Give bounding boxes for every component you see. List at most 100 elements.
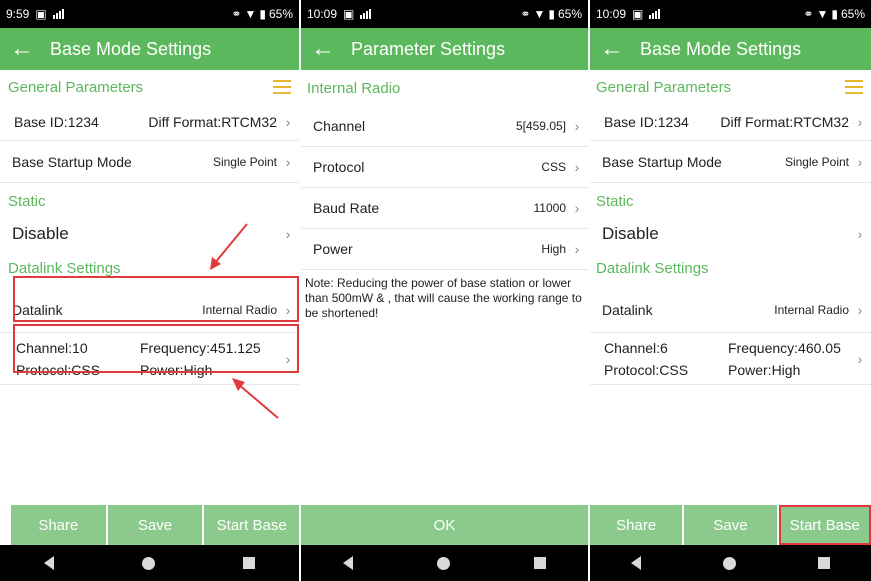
link-icon: ⚭ [520, 7, 531, 21]
list-icon[interactable] [845, 80, 863, 94]
power-info: Power:High [728, 361, 801, 378]
protocol-row[interactable]: Protocol CSS › [301, 147, 588, 188]
base-id: Base ID:1234 [14, 114, 99, 130]
nav-back-icon[interactable] [44, 556, 54, 570]
battery-icon: ▮ [548, 7, 555, 21]
base-id-row[interactable]: Base ID:1234 Diff Format:RTCM32 › [0, 104, 299, 141]
datalink-label: Datalink [602, 301, 653, 318]
section-title: Datalink Settings [596, 259, 709, 277]
static-row[interactable]: Disable › [590, 219, 871, 249]
app-bar: ← Base Mode Settings [590, 28, 871, 70]
screen-base-mode-1: 9:59 ▣ ⚭ ▼ ▮ 65% ← Base Mode Settings Ge… [0, 0, 299, 581]
nav-home-icon[interactable] [723, 556, 736, 570]
baud-rate-value: 11000 [533, 201, 566, 215]
base-id: Base ID:1234 [604, 114, 689, 130]
channel-info: Channel:6 [604, 339, 668, 356]
startup-mode-label: Base Startup Mode [12, 153, 132, 170]
channel-row[interactable]: Channel 5[459.05] › [301, 106, 588, 147]
section-title: Datalink Settings [8, 259, 121, 277]
status-bar: 10:09 ▣ ⚭ ▼ ▮ 65% [590, 0, 871, 28]
save-button[interactable]: Save [684, 505, 777, 545]
chevron-right-icon: › [574, 241, 580, 257]
radio-info-row[interactable]: Channel:6 Frequency:460.05 Protocol:CSS … [590, 333, 871, 385]
chevron-right-icon: › [857, 114, 863, 130]
startup-mode-label: Base Startup Mode [602, 153, 722, 170]
signal-icon [52, 9, 65, 19]
diff-format: Diff Format:RTCM32 [148, 114, 277, 130]
battery-percent: 65% [840, 7, 865, 21]
datalink-row[interactable]: Datalink Internal Radio › [590, 287, 871, 333]
baud-rate-row[interactable]: Baud Rate 11000 › [301, 188, 588, 229]
section-title: General Parameters [596, 78, 732, 96]
action-bar: Share Save Start Base [0, 505, 299, 545]
status-bar: 10:09 ▣ ⚭ ▼ ▮ 65% [301, 0, 588, 28]
nav-recents-icon[interactable] [243, 557, 255, 569]
link-icon: ⚭ [231, 7, 242, 21]
static-value: Disable [12, 224, 69, 243]
chevron-right-icon: › [574, 118, 580, 134]
base-id-row[interactable]: Base ID:1234 Diff Format:RTCM32 › [590, 104, 871, 141]
chevron-right-icon: › [857, 301, 863, 318]
internal-radio-header: Internal Radio [301, 70, 588, 106]
back-arrow-icon[interactable]: ← [594, 28, 630, 70]
start-base-button[interactable]: Start Base [778, 505, 871, 545]
start-base-button[interactable]: Start Base [204, 505, 299, 545]
status-time: 10:09 [307, 7, 338, 21]
list-icon[interactable] [273, 80, 291, 94]
ok-button[interactable]: OK [301, 505, 588, 545]
power-note: Note: Reducing the power of base station… [305, 276, 582, 320]
general-parameters-header: General Parameters [0, 70, 299, 104]
signal-icon [649, 9, 661, 19]
startup-mode-row[interactable]: Base Startup Mode Single Point › [0, 141, 299, 183]
nav-back-icon[interactable] [343, 556, 353, 570]
channel-label: Channel [313, 118, 366, 134]
wifi-icon: ▼ [533, 7, 546, 21]
chevron-right-icon: › [285, 153, 291, 170]
static-row[interactable]: Disable › [0, 219, 299, 249]
android-nav-bar [301, 545, 588, 581]
wifi-icon: ▼ [816, 7, 829, 21]
chevron-right-icon: › [857, 226, 863, 242]
static-value: Disable [602, 224, 659, 243]
notification-icon: ▣ [343, 7, 355, 21]
chevron-right-icon: › [574, 159, 580, 175]
app-bar: ← Parameter Settings [301, 28, 588, 70]
power-row[interactable]: Power High › [301, 229, 588, 270]
notification-icon: ▣ [632, 7, 644, 21]
battery-percent: 65% [268, 7, 293, 21]
startup-mode-row[interactable]: Base Startup Mode Single Point › [590, 141, 871, 183]
section-title: General Parameters [8, 78, 144, 96]
android-nav-bar [590, 545, 871, 581]
page-title: Base Mode Settings [640, 38, 802, 59]
nav-recents-icon[interactable] [818, 557, 830, 569]
battery-icon: ▮ [831, 7, 838, 21]
back-arrow-icon[interactable]: ← [305, 28, 341, 70]
baud-rate-label: Baud Rate [313, 200, 380, 216]
radio-info-highlight [13, 324, 299, 373]
nav-back-icon[interactable] [631, 556, 641, 570]
nav-home-icon[interactable] [142, 556, 155, 570]
nav-home-icon[interactable] [437, 556, 450, 570]
signal-icon [360, 9, 372, 19]
battery-percent: 65% [557, 7, 582, 21]
channel-value: 5[459.05] [515, 119, 566, 133]
section-title: Static [8, 192, 46, 210]
status-time: 10:09 [596, 7, 627, 21]
page-title: Parameter Settings [351, 38, 506, 59]
datalink-settings-header: Datalink Settings [590, 249, 871, 287]
share-button[interactable]: Share [11, 505, 106, 545]
protocol-label: Protocol [313, 159, 365, 175]
chevron-right-icon: › [857, 153, 863, 170]
battery-icon: ▮ [259, 7, 266, 21]
nav-recents-icon[interactable] [534, 557, 546, 569]
page-title: Base Mode Settings [50, 38, 212, 59]
save-button[interactable]: Save [107, 505, 203, 545]
share-button[interactable]: Share [590, 505, 683, 545]
power-value: High [541, 242, 566, 256]
back-arrow-icon[interactable]: ← [4, 28, 40, 70]
status-time: 9:59 [6, 7, 30, 21]
protocol-value: CSS [541, 160, 566, 174]
notification-icon: ▣ [35, 7, 47, 21]
protocol-info: Protocol:CSS [604, 361, 689, 378]
diff-format: Diff Format:RTCM32 [720, 114, 849, 130]
